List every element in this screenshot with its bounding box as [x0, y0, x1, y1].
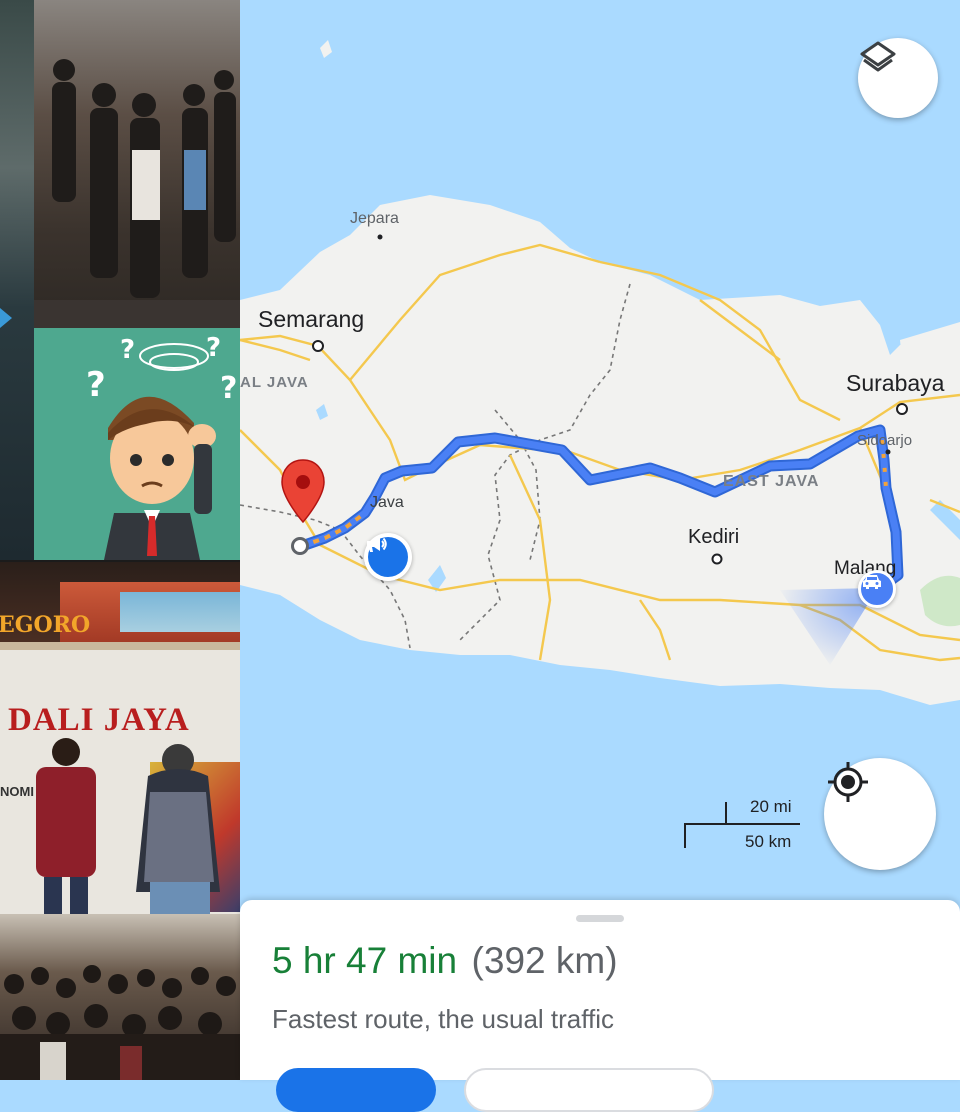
photo-bus-passengers: EGORO DALI JAYA NOMI — [0, 562, 240, 914]
region-label-central-java: AL JAVA — [240, 374, 309, 391]
city-dot-surabaya — [896, 403, 908, 415]
city-dot-sidoarjo — [885, 449, 891, 455]
route-info-sheet[interactable]: 5 hr 47 min (392 km) Fastest route, the … — [240, 900, 960, 1112]
photo-collage: ? ? ? ? EGORO DALI JAYA NOMI — [0, 0, 240, 1080]
passengers — [36, 738, 220, 914]
current-location-marker — [858, 570, 896, 608]
crowd-heads — [0, 965, 240, 1080]
photo-street — [0, 0, 34, 560]
traffic-report-badge[interactable] — [364, 533, 412, 581]
confused-man-illustration: ? ? ? ? — [86, 333, 237, 560]
route-description: Fastest route, the usual traffic — [272, 1004, 615, 1034]
my-location-button[interactable] — [824, 758, 936, 870]
my-location-icon — [828, 762, 868, 802]
arrow-sign — [0, 308, 12, 328]
place-label-sidoarjo: Sidoarjo — [857, 432, 913, 449]
route-distance: (392 km) — [471, 940, 618, 981]
photo-crowd-hall — [0, 914, 240, 1080]
layers-icon — [860, 41, 896, 72]
traffic-report-icon — [367, 537, 387, 552]
map-pin-icon — [281, 459, 325, 524]
svg-text:?: ? — [86, 365, 106, 405]
place-label-java: Java — [370, 494, 404, 511]
scale-label-miles: 20 mi — [750, 797, 792, 816]
crowd-figures — [34, 59, 240, 328]
photo-crowd-queue — [34, 0, 240, 328]
city-dot-kediri — [711, 553, 723, 565]
destination-pin[interactable] — [278, 458, 328, 538]
city-dot-jepara — [377, 234, 383, 240]
sheet-drag-handle[interactable] — [576, 915, 624, 922]
region-label-east-java: EAST JAVA — [723, 473, 820, 490]
steps-button[interactable] — [464, 1068, 714, 1112]
start-button[interactable] — [276, 1068, 436, 1112]
scale-label-km: 50 km — [745, 832, 792, 851]
place-label-surabaya: Surabaya — [846, 370, 945, 396]
svg-text:?: ? — [120, 335, 135, 365]
city-dot-semarang — [312, 340, 324, 352]
place-label-jepara: Jepara — [350, 210, 399, 227]
route-duration: 5 hr 47 min — [272, 940, 458, 981]
svg-text:?: ? — [220, 371, 237, 406]
photo-confused-cartoon: ? ? ? ? — [34, 328, 240, 560]
route-summary: 5 hr 47 min (392 km) — [272, 940, 618, 982]
car-icon — [863, 575, 881, 589]
layers-button[interactable] — [858, 38, 938, 118]
place-label-semarang: Semarang — [258, 306, 365, 332]
land-islet — [320, 40, 332, 58]
place-label-kediri: Kediri — [688, 526, 740, 548]
route-start-marker — [291, 537, 309, 555]
